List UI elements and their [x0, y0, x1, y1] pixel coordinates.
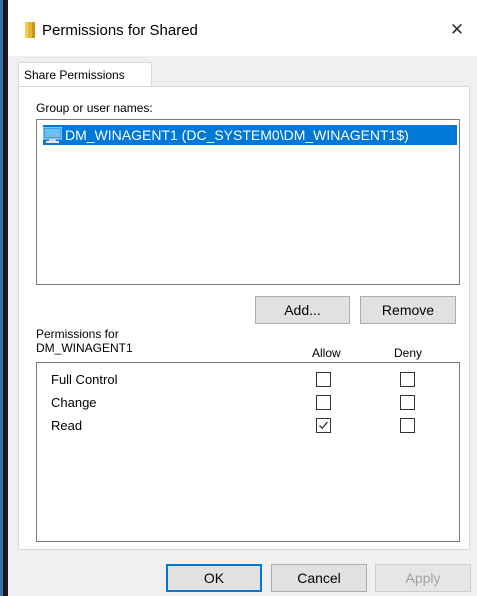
title-bar[interactable]: Permissions for Shared ✕ [8, 0, 477, 44]
full-control-allow-checkbox[interactable] [316, 372, 331, 387]
checkmark-icon [319, 421, 328, 430]
read-allow-checkbox[interactable] [316, 418, 331, 433]
cancel-button[interactable]: Cancel [271, 564, 367, 592]
permissions-for-label: Permissions for [36, 327, 119, 341]
allow-column-header: Allow [312, 346, 341, 360]
apply-button[interactable]: Apply [375, 564, 471, 592]
read-deny-checkbox[interactable] [400, 418, 415, 433]
tab-share-permissions[interactable]: Share Permissions [18, 62, 152, 86]
close-button[interactable]: ✕ [445, 19, 469, 43]
permissions-listbox: Full Control Change Read [36, 362, 460, 542]
background-accent [0, 0, 3, 596]
user-list-item[interactable]: DM_WINAGENT1 (DC_SYSTEM0\DM_WINAGENT1$) [42, 125, 457, 145]
permission-name-read: Read [51, 418, 83, 433]
permissions-dialog: Permissions for Shared ✕ Share Permissio… [8, 0, 477, 596]
permission-name-change: Change [51, 395, 97, 410]
user-name: DM_WINAGENT1 (DC_SYSTEM0\DM_WINAGENT1$) [65, 127, 409, 143]
permission-name-full-control: Full Control [51, 372, 118, 387]
window-title: Permissions for Shared [42, 22, 198, 39]
permissions-user-label: DM_WINAGENT1 [36, 341, 133, 355]
add-button[interactable]: Add... [255, 296, 350, 324]
share-permissions-panel: Group or user names: DM_WINAGENT1 (DC_SY… [18, 86, 470, 550]
dialog-client-area: Share Permissions Group or user names: D… [8, 56, 477, 596]
user-group-icon [42, 126, 63, 143]
deny-column-header: Deny [394, 346, 423, 360]
user-listbox[interactable]: DM_WINAGENT1 (DC_SYSTEM0\DM_WINAGENT1$) [36, 119, 460, 285]
group-or-user-names-label: Group or user names: [36, 101, 153, 115]
ok-button[interactable]: OK [166, 564, 262, 592]
full-control-deny-checkbox[interactable] [400, 372, 415, 387]
remove-button[interactable]: Remove [360, 296, 456, 324]
change-allow-checkbox[interactable] [316, 395, 331, 410]
folder-icon [25, 22, 35, 38]
change-deny-checkbox[interactable] [400, 395, 415, 410]
